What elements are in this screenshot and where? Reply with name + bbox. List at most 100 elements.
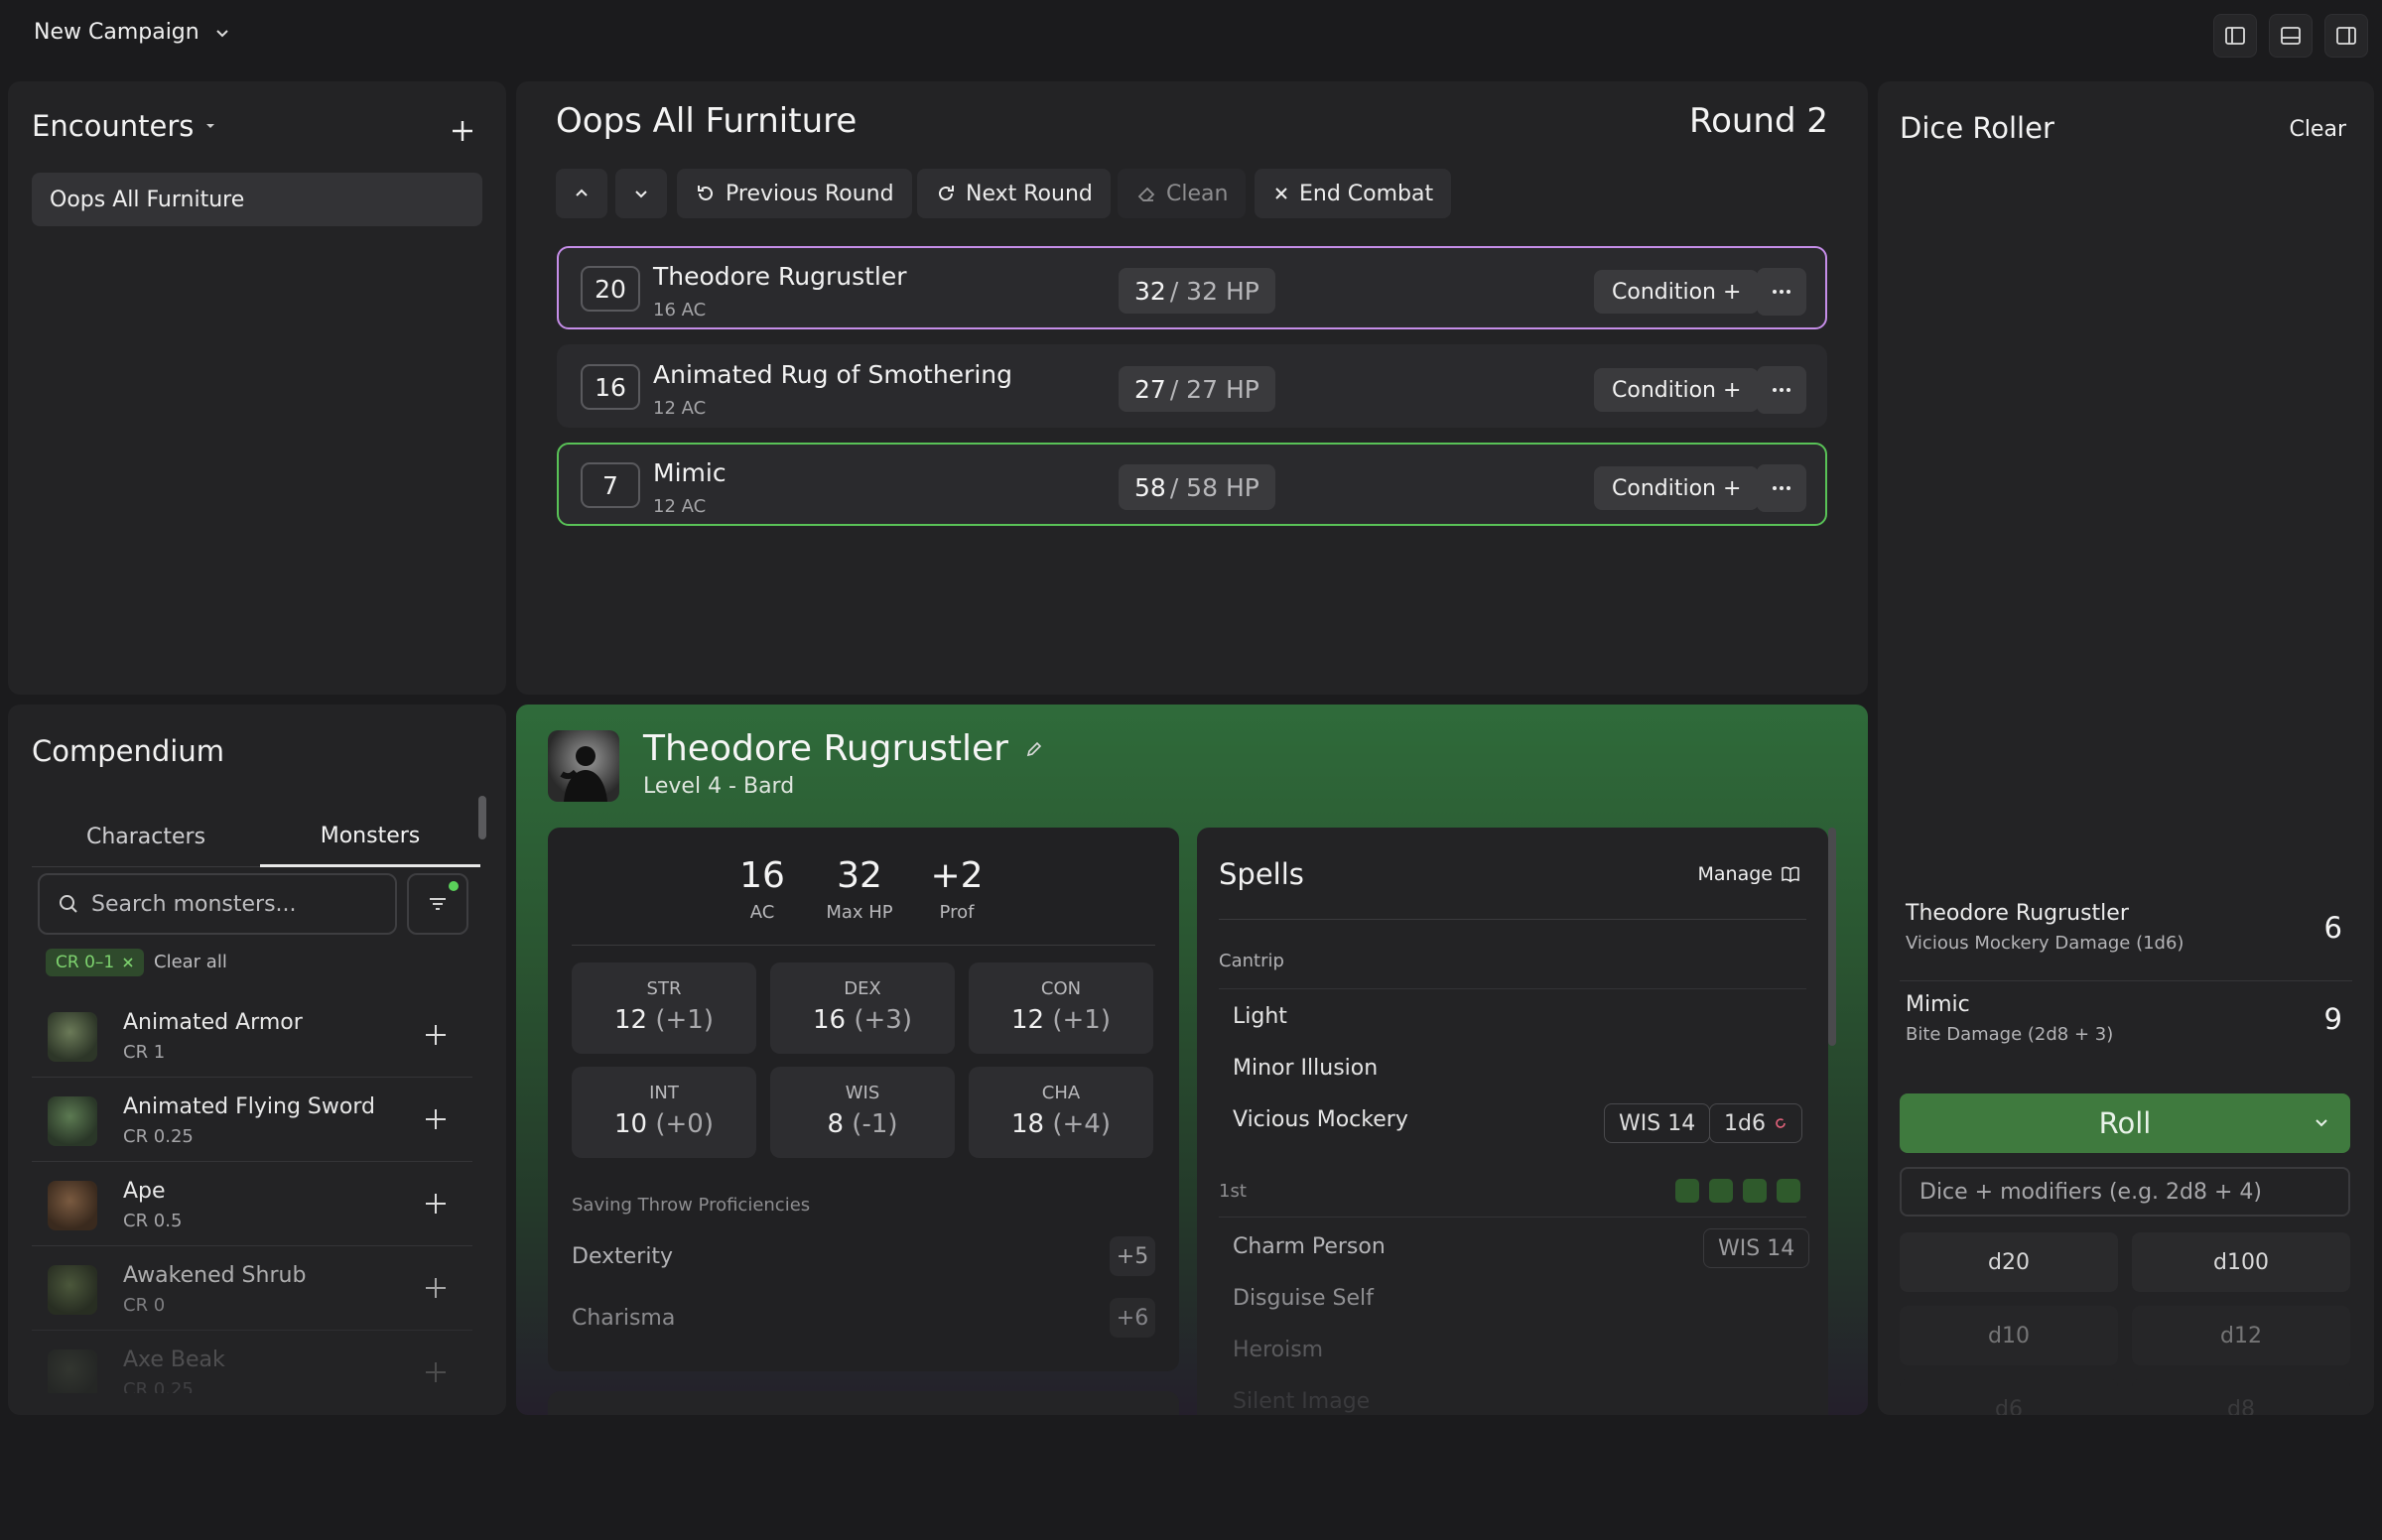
ability-score: 12 (614, 1005, 648, 1035)
encounter-title: Oops All Furniture (556, 101, 858, 141)
add-monster-button[interactable] (423, 1359, 449, 1385)
ellipsis-icon (1772, 387, 1791, 393)
list-item[interactable]: Animated Flying Sword CR 0.25 (32, 1079, 472, 1162)
hp-display[interactable]: 58/ 58 HP (1119, 464, 1275, 510)
campaign-name: New Campaign (34, 20, 199, 45)
hp-display[interactable]: 32/ 32 HP (1119, 268, 1275, 314)
spell-damage-roll[interactable]: 1d6 (1709, 1103, 1802, 1143)
character-name: Theodore Rugrustler (643, 728, 1008, 769)
d6-button[interactable]: d6 (1900, 1379, 2118, 1415)
end-combat-button[interactable]: End Combat (1255, 169, 1452, 218)
d8-button[interactable]: d8 (2132, 1379, 2350, 1415)
spell-item[interactable]: Silent Image (1233, 1389, 1370, 1414)
encounters-header[interactable]: Encounters (32, 109, 217, 143)
tab-monsters[interactable]: Monsters (260, 808, 480, 867)
add-condition-button[interactable]: Condition + (1594, 270, 1760, 314)
toggle-right-panel-button[interactable] (2324, 14, 2368, 58)
filter-chip[interactable]: CR 0–1 (46, 949, 145, 976)
move-down-button[interactable] (615, 169, 667, 218)
spell-slot[interactable] (1709, 1179, 1733, 1203)
saving-throw-bonus[interactable]: +5 (1110, 1236, 1155, 1276)
ability-wis[interactable]: WIS 8 (-1) (770, 1067, 955, 1158)
toggle-left-panel-button[interactable] (2213, 14, 2257, 58)
ability-cha[interactable]: CHA 18 (+4) (969, 1067, 1153, 1158)
avatar[interactable] (548, 730, 619, 802)
spell-item[interactable]: Charm Person (1233, 1234, 1386, 1259)
summary-stat: 16 AC (723, 855, 802, 923)
spell-slot[interactable] (1675, 1179, 1699, 1203)
combatant-row[interactable]: 16 Animated Rug of Smothering 12 AC 27/ … (557, 344, 1827, 428)
spell-item[interactable]: Vicious Mockery (1233, 1107, 1408, 1132)
monster-avatar (48, 1349, 97, 1393)
initiative-value[interactable]: 7 (581, 462, 640, 508)
monster-name: Axe Beak (123, 1348, 225, 1372)
clean-button[interactable]: Clean (1118, 169, 1247, 218)
spell-item[interactable]: Heroism (1233, 1338, 1323, 1362)
scrollbar[interactable] (478, 796, 486, 839)
x-icon[interactable] (122, 957, 134, 968)
search-input[interactable]: Search monsters... (91, 892, 297, 917)
ability-con[interactable]: CON 12 (+1) (969, 962, 1153, 1054)
scrollbar[interactable] (1828, 828, 1836, 1046)
manage-spells-button[interactable]: Manage (1698, 863, 1800, 885)
hp-display[interactable]: 27/ 27 HP (1119, 366, 1275, 412)
dice-expression-input[interactable]: Dice + modifiers (e.g. 2d8 + 4) (1900, 1167, 2350, 1217)
ability-mod: (+3) (854, 1005, 912, 1035)
monster-cr: CR 0.5 (123, 1211, 183, 1231)
add-encounter-button[interactable] (441, 109, 484, 153)
saving-throw-bonus[interactable]: +6 (1110, 1298, 1155, 1338)
clear-history-button[interactable]: Clear (2289, 117, 2346, 142)
roll-button[interactable]: Roll (1900, 1093, 2350, 1153)
spell-item[interactable]: Disguise Self (1233, 1286, 1374, 1311)
list-item[interactable]: Axe Beak CR 0.25 (32, 1332, 472, 1393)
more-options-button[interactable] (1757, 366, 1806, 414)
add-monster-button[interactable] (423, 1022, 449, 1048)
tab-characters[interactable]: Characters (32, 808, 260, 867)
list-item[interactable]: Ape CR 0.5 (32, 1163, 472, 1246)
encounter-list-item[interactable]: Oops All Furniture (32, 173, 482, 226)
combatant-row[interactable]: 20 Theodore Rugrustler 16 AC 32/ 32 HP C… (557, 246, 1827, 329)
spell-slot[interactable] (1743, 1179, 1767, 1203)
spell-item[interactable]: Minor Illusion (1233, 1056, 1378, 1081)
ability-str[interactable]: STR 12 (+1) (572, 962, 756, 1054)
next-round-button[interactable]: Next Round (917, 169, 1111, 218)
manage-label: Manage (1697, 863, 1773, 885)
toggle-bottom-panel-button[interactable] (2269, 14, 2313, 58)
ability-dex[interactable]: DEX 16 (+3) (770, 962, 955, 1054)
spell-item[interactable]: Light (1233, 1004, 1287, 1029)
campaign-selector[interactable]: New Campaign (34, 20, 231, 45)
chevron-down-icon[interactable] (2313, 1113, 2330, 1131)
d10-button[interactable]: d10 (1900, 1306, 2118, 1365)
list-item[interactable]: Animated Armor CR 1 (32, 994, 472, 1078)
divider (1219, 919, 1806, 920)
combatant-row[interactable]: 7 Mimic 12 AC 58/ 58 HP Condition + (557, 443, 1827, 526)
add-condition-button[interactable]: Condition + (1594, 368, 1760, 412)
add-monster-button[interactable] (423, 1106, 449, 1132)
search-monsters[interactable]: Search monsters... (38, 873, 397, 935)
more-options-button[interactable] (1757, 268, 1806, 316)
move-up-button[interactable] (556, 169, 607, 218)
spell-save-dc[interactable]: WIS 14 (1703, 1228, 1810, 1268)
d100-button[interactable]: d100 (2132, 1232, 2350, 1292)
d20-button[interactable]: d20 (1900, 1232, 2118, 1292)
list-item[interactable]: Awakened Shrub CR 0 (32, 1247, 472, 1331)
character-subtitle: Level 4 - Bard (643, 774, 795, 799)
add-monster-button[interactable] (423, 1191, 449, 1217)
filter-button[interactable] (407, 873, 468, 935)
previous-round-button[interactable]: Previous Round (677, 169, 912, 218)
stats-card: 16 AC 32 Max HP +2 Prof STR 12 (+1) DEX 16… (548, 828, 1179, 1371)
ability-mod: (+1) (1052, 1005, 1111, 1035)
clear-all-link[interactable]: Clear all (154, 952, 227, 972)
ability-int[interactable]: INT 10 (+0) (572, 1067, 756, 1158)
pencil-icon[interactable] (1024, 739, 1044, 759)
spell-slot[interactable] (1777, 1179, 1800, 1203)
spell-save-dc[interactable]: WIS 14 (1604, 1103, 1711, 1143)
add-condition-button[interactable]: Condition + (1594, 466, 1760, 510)
divider (572, 945, 1155, 946)
d12-button[interactable]: d12 (2132, 1306, 2350, 1365)
initiative-value[interactable]: 16 (581, 364, 640, 410)
more-options-button[interactable] (1757, 464, 1806, 512)
book-open-icon (1781, 865, 1800, 883)
initiative-value[interactable]: 20 (581, 266, 640, 312)
add-monster-button[interactable] (423, 1275, 449, 1301)
